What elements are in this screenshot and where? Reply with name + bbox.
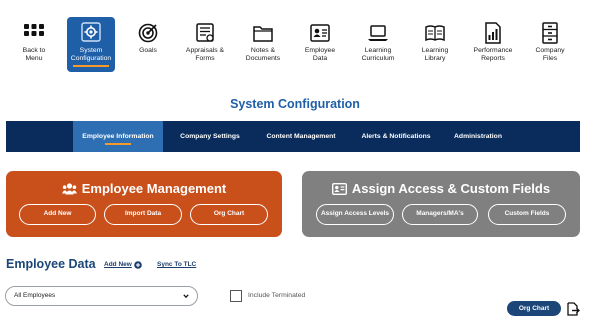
card-title-text: Assign Access & Custom Fields [351, 181, 551, 196]
add-new-link[interactable]: Add New [104, 261, 132, 268]
nav-notes-documents[interactable]: Notes & Documents [236, 17, 290, 71]
org-chart-button[interactable]: Org Chart [190, 204, 268, 225]
nav-label: Back to [22, 47, 46, 54]
org-chart-action-button[interactable]: Org Chart [507, 301, 561, 316]
nav-label: Learning [364, 47, 392, 54]
nav-system-configuration[interactable]: System Configuration [67, 17, 115, 72]
add-new-button[interactable]: Add New [19, 204, 96, 225]
assign-access-levels-button[interactable]: Assign Access Levels [316, 204, 394, 225]
report-icon [485, 22, 501, 44]
nav-label: Forms [195, 55, 215, 63]
card-title: Assign Access & Custom Fields [302, 181, 580, 196]
nav-label: Files [542, 55, 558, 63]
target-icon [138, 23, 158, 43]
nav-label: Configuration [70, 55, 112, 63]
import-data-button[interactable]: Import Data [104, 204, 182, 225]
file-cabinet-icon [542, 22, 558, 44]
export-file-icon[interactable] [566, 302, 580, 316]
nav-label: Company [535, 47, 565, 54]
book-icon [425, 25, 445, 42]
nav-company-files[interactable]: Company Files [523, 17, 577, 71]
assign-access-card: Assign Access & Custom Fields Assign Acc… [302, 171, 580, 237]
tab-alerts-notifications[interactable]: Alerts & Notifications [352, 121, 440, 152]
laptop-icon [368, 25, 388, 41]
tab-employee-information[interactable]: Employee Information [73, 121, 163, 152]
page-title: System Configuration [230, 97, 360, 111]
nav-label: Data [312, 55, 328, 63]
tab-label: Administration [454, 133, 502, 140]
employee-management-card: Employee Management Add New Import Data … [6, 171, 282, 237]
nav-label: Employee [304, 47, 336, 54]
tab-active-underline [105, 143, 131, 145]
tab-label: Company Settings [180, 133, 240, 140]
gear-icon [81, 22, 101, 42]
managers-mas-button[interactable]: Managers/MA's [402, 204, 478, 225]
tab-label: Employee Information [82, 133, 154, 140]
employee-filter-select[interactable]: All Employees [5, 286, 198, 306]
nav-learning-library[interactable]: Learning Library [408, 17, 462, 71]
nav-label: Reports [481, 55, 505, 63]
nav-label: Performance [473, 47, 513, 54]
tab-content-management[interactable]: Content Management [257, 121, 345, 152]
nav-learning-curriculum[interactable]: Learning Curriculum [351, 17, 405, 71]
nav-label: Notes & [250, 47, 276, 54]
plus-circle-icon[interactable] [134, 261, 142, 269]
id-card-icon [310, 24, 330, 42]
sync-to-tlc-link[interactable]: Sync To TLC [157, 261, 196, 268]
nav-back-to-menu[interactable]: Back to Menu [7, 17, 61, 71]
include-terminated-checkbox[interactable] [230, 290, 242, 302]
card-title-text: Employee Management [81, 181, 227, 196]
contact-card-icon [331, 182, 347, 196]
nav-label: Documents [245, 55, 281, 63]
nav-label: Goals [139, 47, 157, 54]
include-terminated-label: Include Terminated [248, 292, 306, 299]
chevron-down-icon [183, 294, 189, 299]
nav-performance-reports[interactable]: Performance Reports [466, 17, 520, 71]
section-tabs: Employee Information Company Settings Co… [6, 121, 580, 152]
employee-data-title: Employee Data [6, 257, 96, 271]
select-value: All Employees [14, 292, 56, 299]
tab-label: Alerts & Notifications [361, 133, 431, 140]
folder-icon [253, 26, 273, 42]
nav-label: Learning [421, 47, 449, 54]
nav-goals[interactable]: Goals [121, 17, 175, 71]
tab-administration[interactable]: Administration [446, 121, 510, 152]
nav-label: Appraisals & [185, 47, 225, 54]
nav-label: Menu [25, 55, 43, 63]
active-underline [73, 64, 109, 67]
nav-label: Library [424, 55, 446, 63]
custom-fields-button[interactable]: Custom Fields [488, 204, 566, 225]
appraisal-icon [196, 23, 214, 42]
tab-label: Content Management [266, 133, 336, 140]
nav-label: Curriculum [361, 55, 395, 63]
nav-label: System [79, 47, 103, 54]
users-icon [61, 183, 77, 195]
card-title: Employee Management [6, 181, 282, 196]
tab-company-settings[interactable]: Company Settings [169, 121, 251, 152]
grid-icon [24, 24, 44, 36]
top-navigation: Back to Menu System Configuration Goals … [0, 0, 590, 76]
nav-employee-data[interactable]: Employee Data [293, 17, 347, 71]
nav-appraisals-forms[interactable]: Appraisals & Forms [178, 17, 232, 71]
